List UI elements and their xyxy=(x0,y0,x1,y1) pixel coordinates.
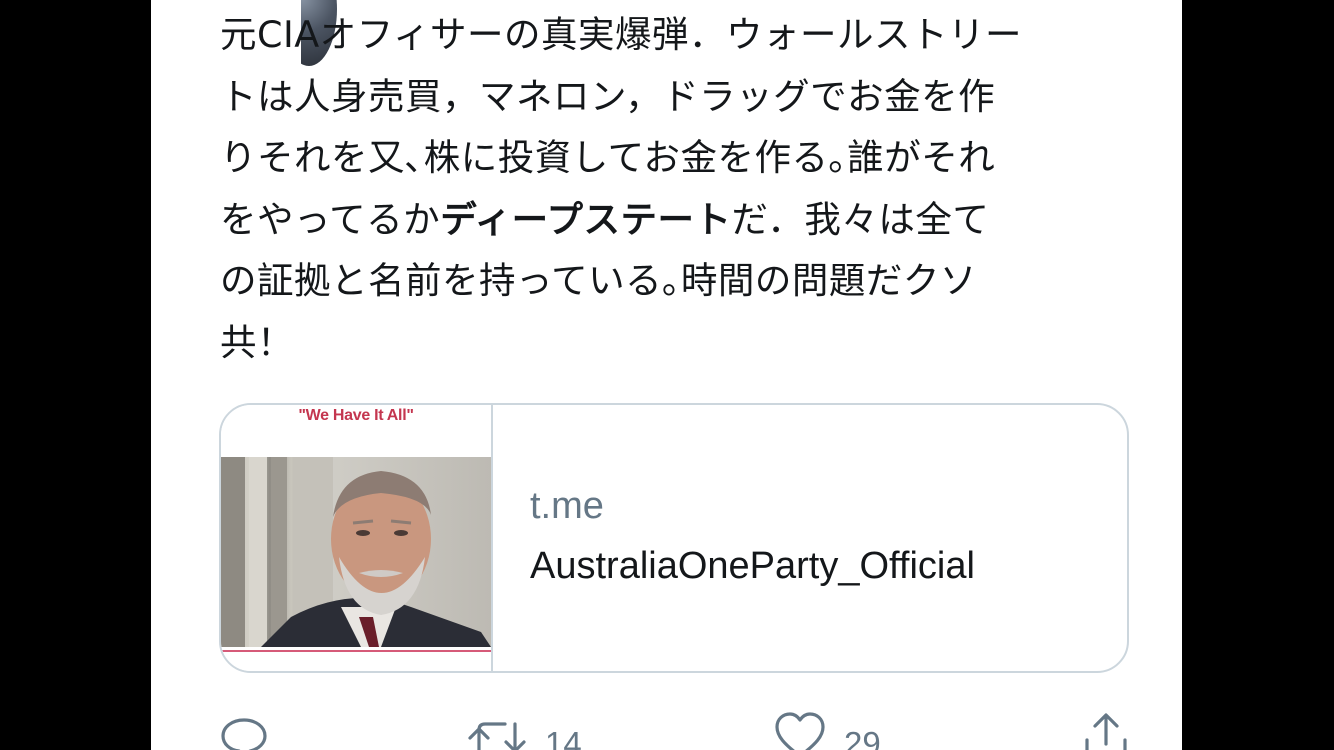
like-button[interactable]: 29 xyxy=(774,710,881,750)
tweet-line-2: トは人身売買，マネロン，ドラッグでお金を作 xyxy=(220,74,996,118)
link-preview-card[interactable]: "We Have It All" t.me AustraliaOneParty_… xyxy=(219,403,1129,673)
reply-button[interactable] xyxy=(219,710,269,750)
retweet-count: 14 xyxy=(545,725,582,750)
link-domain: t.me xyxy=(530,485,604,527)
tweet: 元CIAオフィサーの真実爆弾．ウォールストリー トは人身売買，マネロン，ドラッグ… xyxy=(151,0,1182,750)
tweet-bold-phrase: ディープステート xyxy=(440,197,732,241)
tweet-line-6: 共！ xyxy=(220,320,294,364)
tweet-line-5: の証拠と名前を持っている｡時間の問題だクソ xyxy=(220,259,977,302)
thumbnail-photo xyxy=(221,457,491,647)
link-thumbnail: "We Have It All" xyxy=(221,405,493,671)
thumbnail-accent-line xyxy=(221,650,491,652)
tweet-line-1: 元CIAオフィサーの真実爆弾．ウォールストリー xyxy=(220,13,1022,56)
screen: 元CIAオフィサーの真実爆弾．ウォールストリー トは人身売買，マネロン，ドラッグ… xyxy=(0,0,1334,750)
reply-icon xyxy=(219,710,269,750)
heart-icon xyxy=(774,710,826,750)
link-title: AustraliaOneParty_Official xyxy=(530,545,975,587)
portrait-illustration xyxy=(221,457,491,647)
tweet-line-4-start: をやってるか xyxy=(220,197,441,241)
like-count: 29 xyxy=(844,725,881,750)
retweet-icon xyxy=(467,710,527,750)
tweet-line-3: りそれを又､株に投資してお金を作る｡誰がそれ xyxy=(220,136,996,179)
tweet-text: 元CIAオフィサーの真実爆弾．ウォールストリー トは人身売買，マネロン，ドラッグ… xyxy=(220,4,1120,373)
share-icon xyxy=(1081,710,1131,750)
tweet-line-4-end: だ．我々は全て xyxy=(731,197,990,241)
share-button[interactable] xyxy=(1081,710,1131,750)
retweet-button[interactable]: 14 xyxy=(467,710,582,750)
thumbnail-caption: "We Have It All" xyxy=(298,407,414,424)
tweet-actions: 14 29 xyxy=(219,710,1129,750)
